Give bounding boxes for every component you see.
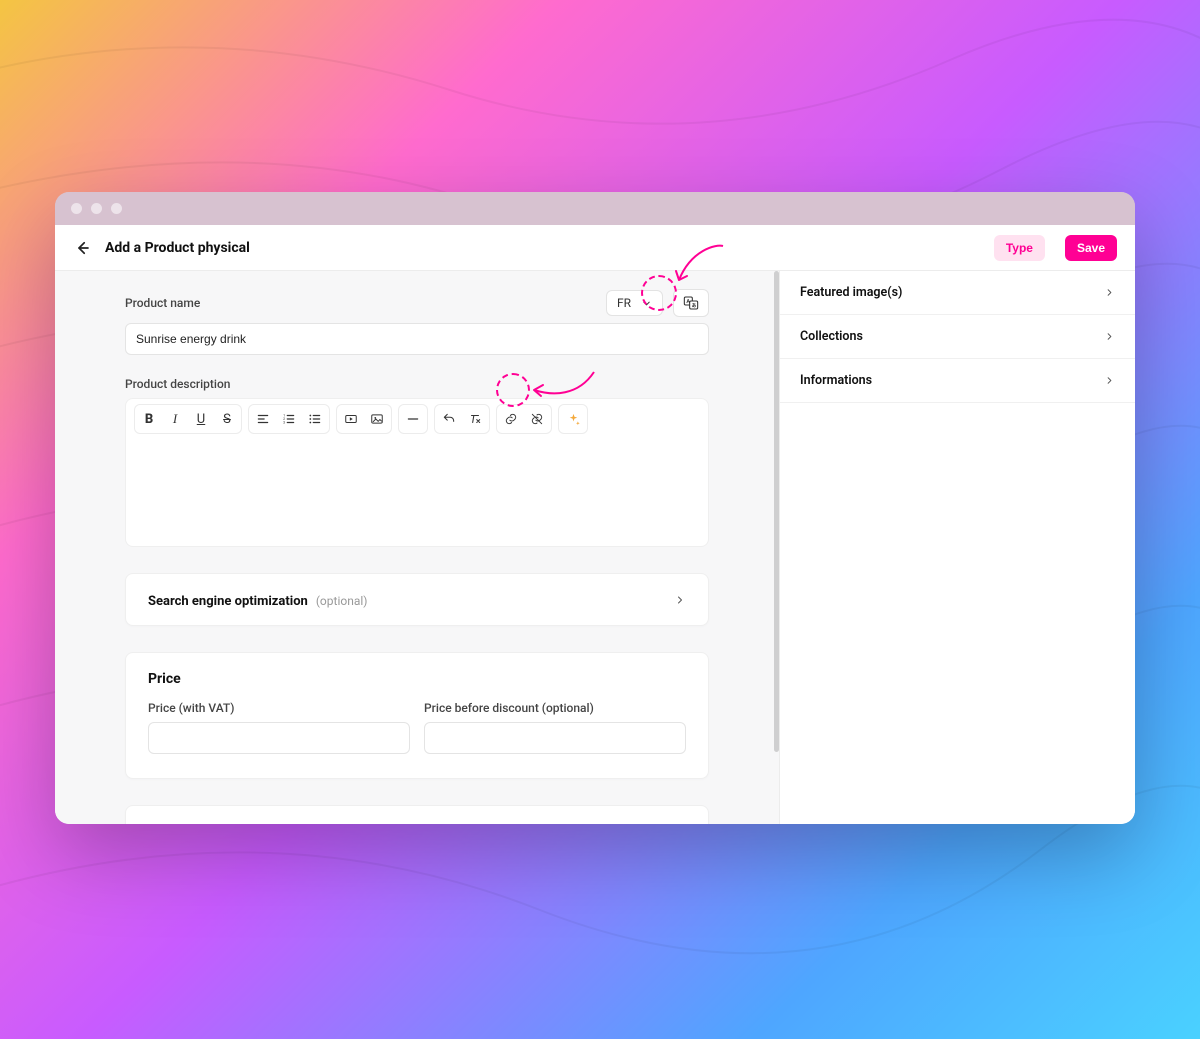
hr-button[interactable] <box>400 406 426 432</box>
price-before-label: Price before discount (optional) <box>424 701 686 715</box>
sidebar-collections[interactable]: Collections <box>780 315 1135 359</box>
editor-toolbar: B I U S 123 <box>125 398 709 439</box>
bold-button[interactable]: B <box>136 406 162 432</box>
save-button[interactable]: Save <box>1065 235 1117 261</box>
product-description-label: Product description <box>125 377 709 391</box>
chevron-right-icon <box>674 594 686 606</box>
italic-button[interactable]: I <box>162 406 188 432</box>
app-window: Add a Product physical Type Save Product… <box>55 192 1135 824</box>
product-images-section: Product images <box>125 805 709 824</box>
translate-button[interactable]: A あ <box>673 289 709 317</box>
svg-text:A: A <box>686 299 690 305</box>
ai-sparkle-button[interactable] <box>560 406 586 432</box>
main-form-area: Product name FR A あ <box>55 271 779 824</box>
video-button[interactable] <box>338 406 364 432</box>
clear-format-button[interactable] <box>462 406 488 432</box>
traffic-light-close[interactable] <box>71 203 82 214</box>
sidebar: Featured image(s) Collections Informatio… <box>779 271 1135 824</box>
chevron-right-icon <box>1104 375 1115 386</box>
seo-section[interactable]: Search engine optimization (optional) <box>125 573 709 626</box>
product-name-label: Product name <box>125 296 200 310</box>
page-title: Add a Product physical <box>105 240 980 256</box>
sidebar-informations-label: Informations <box>800 373 872 388</box>
page-header: Add a Product physical Type Save <box>55 225 1135 271</box>
chevron-down-icon <box>641 298 652 309</box>
seo-optional-label: (optional) <box>316 594 368 608</box>
language-value: FR <box>617 296 631 310</box>
window-titlebar <box>55 192 1135 225</box>
price-section: Price Price (with VAT) Price before disc… <box>125 652 709 779</box>
sidebar-informations[interactable]: Informations <box>780 359 1135 403</box>
unlink-button[interactable] <box>524 406 550 432</box>
sidebar-featured-images[interactable]: Featured image(s) <box>780 271 1135 315</box>
chevron-right-icon <box>1104 331 1115 342</box>
type-button[interactable]: Type <box>994 235 1045 261</box>
underline-button[interactable]: U <box>188 406 214 432</box>
undo-button[interactable] <box>436 406 462 432</box>
price-vat-input[interactable] <box>148 722 410 754</box>
chevron-right-icon <box>1104 287 1115 298</box>
unordered-list-button[interactable] <box>302 406 328 432</box>
svg-text:3: 3 <box>283 421 285 425</box>
description-editor[interactable] <box>125 439 709 547</box>
traffic-light-zoom[interactable] <box>111 203 122 214</box>
product-name-input[interactable] <box>125 323 709 355</box>
image-button[interactable] <box>364 406 390 432</box>
sidebar-featured-label: Featured image(s) <box>800 285 902 300</box>
strike-button[interactable]: S <box>214 406 240 432</box>
traffic-light-minimize[interactable] <box>91 203 102 214</box>
ordered-list-button[interactable]: 123 <box>276 406 302 432</box>
translate-icon: A あ <box>683 295 699 311</box>
back-arrow-icon[interactable] <box>73 239 91 257</box>
price-vat-label: Price (with VAT) <box>148 701 410 715</box>
sidebar-collections-label: Collections <box>800 329 863 344</box>
seo-title: Search engine optimization <box>148 594 308 609</box>
price-heading: Price <box>148 671 686 687</box>
language-select[interactable]: FR <box>606 290 663 316</box>
price-before-input[interactable] <box>424 722 686 754</box>
scrollbar[interactable] <box>774 271 779 752</box>
align-button[interactable] <box>250 406 276 432</box>
link-button[interactable] <box>498 406 524 432</box>
